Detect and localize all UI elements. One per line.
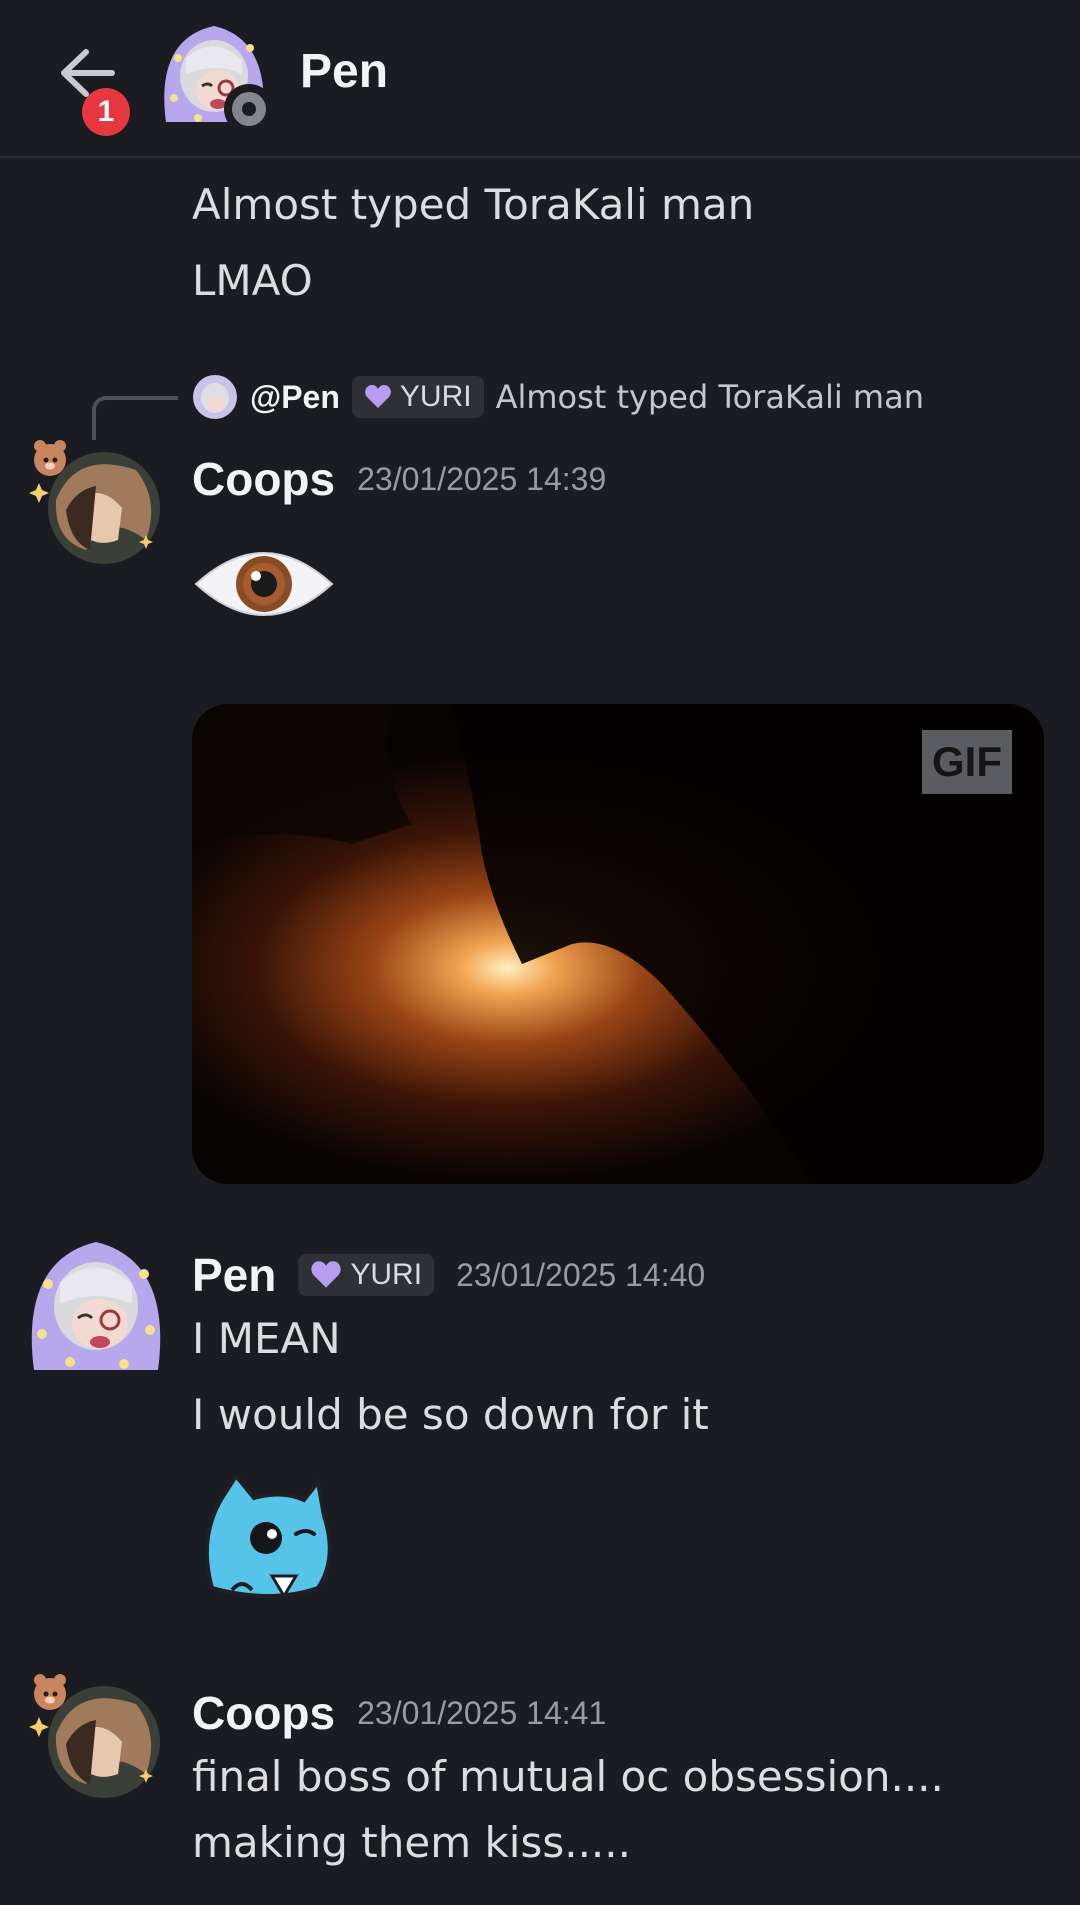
eye-emoji-icon	[194, 552, 334, 616]
notification-badge: 1	[82, 88, 130, 136]
role-tag[interactable]: YURI	[298, 1254, 435, 1296]
reply-reference[interactable]: @Pen YURI Almost typed ToraKali man	[192, 372, 924, 422]
role-label: YURI	[350, 1258, 423, 1291]
gif-badge: GIF	[922, 730, 1012, 794]
message-text: I MEAN	[192, 1314, 341, 1363]
message-timestamp: 23/01/2025 14:40	[456, 1256, 706, 1293]
gif-attachment[interactable]: GIF	[192, 704, 1044, 1184]
heart-icon	[365, 385, 391, 408]
author-name[interactable]: Pen	[192, 1248, 276, 1302]
author-name[interactable]: Coops	[192, 1686, 335, 1740]
message-text: LMAO	[192, 256, 313, 305]
pen-avatar[interactable]	[26, 1234, 166, 1374]
message-text: Almost typed ToraKali man	[192, 180, 755, 229]
author-name[interactable]: Coops	[192, 452, 335, 506]
blue-cat-wink-sticker-icon	[204, 1472, 332, 1599]
status-indicator	[224, 84, 274, 134]
coops-avatar[interactable]	[26, 1664, 166, 1804]
back-button[interactable]: 1	[50, 40, 130, 136]
message-timestamp: 23/01/2025 14:39	[357, 460, 607, 497]
role-label: YURI	[399, 380, 472, 413]
coops-avatar[interactable]	[26, 430, 166, 570]
pen-mini-avatar	[193, 375, 237, 419]
message-text: I would be so down for it	[192, 1390, 709, 1439]
message-header: Pen YURI 23/01/2025 14:40	[192, 1248, 705, 1302]
role-tag: YURI	[351, 376, 484, 418]
channel-title: Pen	[300, 45, 389, 98]
message-text: final boss of mutual oc obsession....	[192, 1752, 944, 1801]
message-header: Coops 23/01/2025 14:41	[192, 1686, 606, 1740]
message-timestamp: 23/01/2025 14:41	[357, 1694, 607, 1731]
message-header: Coops 23/01/2025 14:39	[192, 452, 606, 506]
chat-header: 1 Pen	[0, 0, 1080, 158]
reply-preview-text: Almost typed ToraKali man	[495, 378, 924, 416]
reply-author: @Pen	[250, 378, 340, 415]
message-text: making them kiss.....	[192, 1818, 631, 1867]
gif-image	[192, 704, 1044, 1184]
heart-icon	[311, 1261, 342, 1288]
